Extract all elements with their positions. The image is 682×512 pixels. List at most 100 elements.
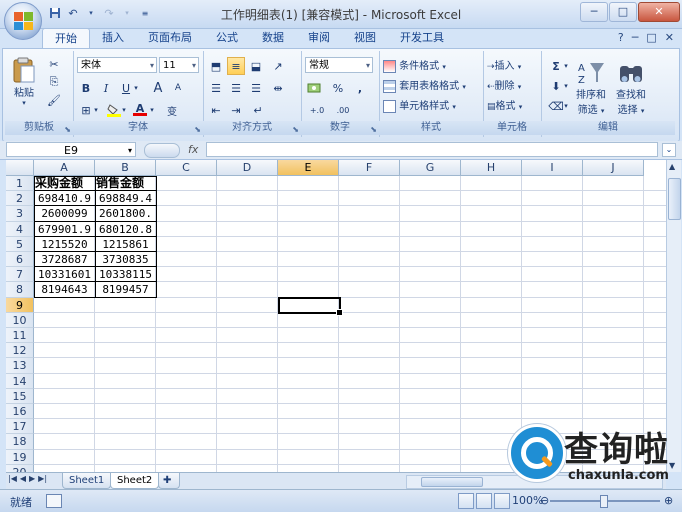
align-bottom-icon[interactable]: ⬓	[247, 57, 265, 75]
data-cell[interactable]: 1215861	[96, 237, 155, 252]
copy-icon[interactable]: ⎘	[45, 73, 63, 91]
fill-color-dropdown-icon[interactable]: ▾	[119, 101, 129, 119]
row-header-18[interactable]: 18	[6, 434, 34, 450]
next-sheet-icon[interactable]: ▶	[29, 474, 35, 483]
name-box[interactable]: E9 ▾	[6, 142, 136, 157]
normal-view-icon[interactable]	[458, 493, 474, 509]
wrap-text-icon[interactable]: ↵	[249, 101, 267, 119]
column-header-i[interactable]: I	[522, 160, 583, 176]
row-header-11[interactable]: 11	[6, 328, 34, 344]
insert-function-icon[interactable]: fx	[188, 143, 198, 156]
data-cell[interactable]: 3728687	[35, 252, 94, 267]
font-color-dropdown-icon[interactable]: ▾	[147, 101, 157, 119]
ribbon-minimize-icon[interactable]: ─	[632, 31, 639, 44]
data-cell[interactable]: 2601800.	[96, 206, 155, 221]
row-header-6[interactable]: 6	[6, 252, 34, 268]
maximize-button[interactable]: □	[609, 2, 637, 22]
formula-input[interactable]	[206, 142, 658, 157]
select-all-corner[interactable]	[6, 160, 34, 176]
insert-cells-button[interactable]: ⇢插入 ▾	[487, 57, 521, 72]
column-header-j[interactable]: J	[583, 160, 644, 176]
align-middle-icon[interactable]: ≡	[227, 57, 245, 75]
sort-filter-button[interactable]: AZ 排序和 筛选 ▾	[573, 55, 609, 121]
column-header-h[interactable]: H	[461, 160, 522, 176]
data-cell[interactable]: 2600099	[35, 206, 94, 221]
phonetic-button[interactable]: 变	[163, 101, 181, 119]
tab-page-layout[interactable]: 页面布局	[136, 28, 204, 48]
shrink-font-button[interactable]: A	[169, 79, 187, 97]
row-header-4[interactable]: 4	[6, 221, 34, 237]
autosum-dropdown-icon[interactable]: ▾	[561, 57, 571, 75]
scroll-up-icon[interactable]: ▲	[669, 162, 675, 171]
format-cells-button[interactable]: ▤格式 ▾	[487, 97, 522, 112]
header-cell[interactable]: 采购金额	[35, 176, 94, 191]
row-header-2[interactable]: 2	[6, 191, 34, 207]
zoom-out-icon[interactable]: ⊖	[540, 494, 549, 507]
format-painter-icon[interactable]: 🖌	[45, 91, 63, 109]
data-cell[interactable]: 8194643	[35, 282, 94, 297]
data-cell[interactable]: 680120.8	[96, 222, 155, 237]
column-header-b[interactable]: B	[95, 160, 156, 176]
macro-record-icon[interactable]	[46, 494, 62, 508]
italic-button[interactable]: I	[97, 79, 115, 97]
delete-cells-button[interactable]: ⇠删除 ▾	[487, 77, 521, 92]
data-cell[interactable]: 679901.9	[35, 222, 94, 237]
data-cell[interactable]: 1215520	[35, 237, 94, 252]
borders-dropdown-icon[interactable]: ▾	[91, 101, 101, 119]
font-name-combo[interactable]: 宋体 ▾	[77, 57, 157, 73]
page-break-view-icon[interactable]	[494, 493, 510, 509]
paste-button[interactable]: 粘贴 ▾	[9, 55, 39, 107]
column-header-e[interactable]: E	[278, 160, 339, 176]
sheet-tab-sheet1[interactable]: Sheet1	[62, 473, 112, 489]
last-sheet-icon[interactable]: ▶|	[38, 474, 47, 483]
expand-formula-bar-icon[interactable]: ⌄	[662, 143, 676, 157]
row-header-1[interactable]: 1	[6, 176, 34, 192]
alignment-launcher-icon[interactable]: ⬊	[292, 125, 299, 134]
row-header-15[interactable]: 15	[6, 388, 34, 404]
font-launcher-icon[interactable]: ⬊	[194, 125, 201, 134]
selected-cell-e9[interactable]	[278, 297, 343, 316]
minimize-button[interactable]: ─	[580, 2, 608, 22]
decrease-indent-icon[interactable]: ⇤	[207, 101, 225, 119]
cut-icon[interactable]: ✂	[45, 55, 63, 73]
column-header-g[interactable]: G	[400, 160, 461, 176]
increase-decimal-icon[interactable]: +.0	[305, 101, 329, 119]
page-layout-view-icon[interactable]	[476, 493, 492, 509]
row-header-14[interactable]: 14	[6, 373, 34, 389]
bold-button[interactable]: B	[77, 79, 95, 97]
align-left-icon[interactable]: ☰	[207, 79, 225, 97]
fill-dropdown-icon[interactable]: ▾	[561, 77, 571, 95]
data-cell[interactable]: 10331601	[35, 267, 94, 282]
row-header-17[interactable]: 17	[6, 419, 34, 435]
data-cell[interactable]: 698410.9	[35, 191, 94, 206]
row-header-7[interactable]: 7	[6, 267, 34, 283]
row-header-10[interactable]: 10	[6, 312, 34, 328]
first-sheet-icon[interactable]: |◀	[8, 474, 17, 483]
ribbon-close-icon[interactable]: ✕	[665, 31, 674, 44]
office-button[interactable]	[4, 2, 42, 40]
merge-center-icon[interactable]: ⇹	[269, 79, 287, 97]
align-center-icon[interactable]: ☰	[227, 79, 245, 97]
formula-bar-splitter[interactable]	[144, 143, 180, 158]
format-as-table-button[interactable]: 套用表格格式 ▾	[383, 77, 466, 93]
row-header-12[interactable]: 12	[6, 343, 34, 359]
column-header-a[interactable]: A	[34, 160, 95, 176]
align-right-icon[interactable]: ☰	[247, 79, 265, 97]
clear-dropdown-icon[interactable]: ▾	[561, 97, 571, 115]
tab-insert[interactable]: 插入	[90, 28, 136, 48]
header-cell[interactable]: 销售金额	[96, 176, 155, 191]
conditional-format-button[interactable]: 条件格式 ▾	[383, 57, 446, 73]
data-cell[interactable]: 10338115	[96, 267, 155, 282]
horizontal-scroll-thumb[interactable]	[421, 477, 483, 487]
zoom-slider-knob[interactable]	[600, 495, 608, 508]
comma-button[interactable]: ,	[351, 79, 369, 97]
prev-sheet-icon[interactable]: ◀	[20, 474, 26, 483]
cell-styles-button[interactable]: 单元格样式 ▾	[383, 97, 456, 113]
decrease-decimal-icon[interactable]: .00	[331, 101, 355, 119]
data-cell[interactable]: 3730835	[96, 252, 155, 267]
tab-review[interactable]: 审阅	[296, 28, 342, 48]
sheet-tab-sheet2[interactable]: Sheet2	[110, 473, 160, 489]
data-cell[interactable]: 8199457	[96, 282, 155, 297]
row-header-5[interactable]: 5	[6, 236, 34, 252]
orientation-icon[interactable]: ↗	[269, 57, 287, 75]
